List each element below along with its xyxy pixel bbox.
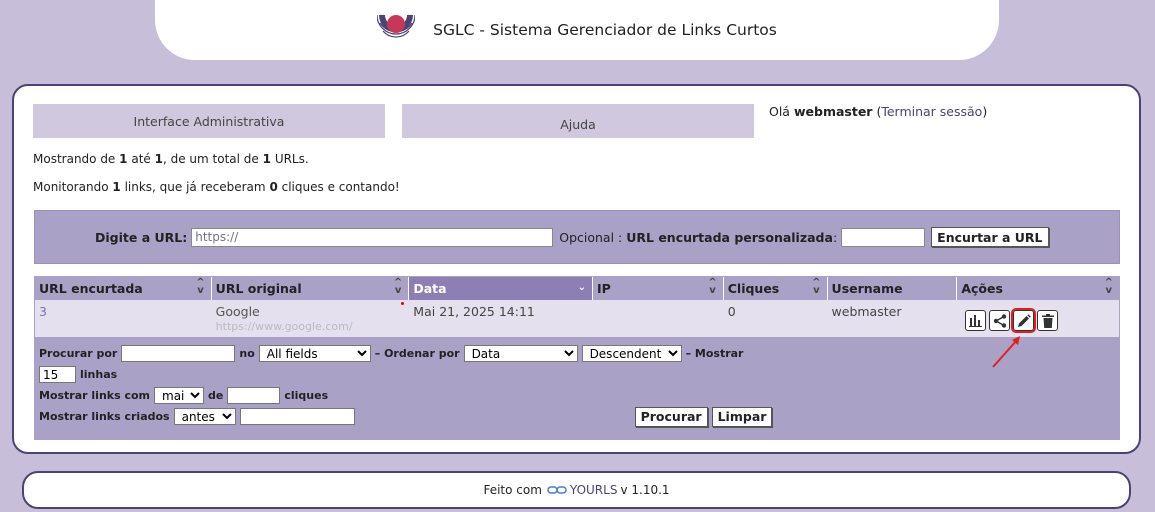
sort-desc-icon: ⌄ — [577, 282, 586, 293]
username-label: webmaster — [793, 104, 873, 119]
order-by-select[interactable]: Data — [463, 345, 578, 362]
clear-button[interactable]: Limpar — [711, 406, 773, 427]
column-date[interactable]: Data ⌄ — [409, 277, 593, 300]
showing-summary: Mostrando de 1 até 1, de um total de 1 U… — [33, 152, 309, 166]
original-title[interactable]: Google — [216, 304, 406, 319]
delete-icon — [1041, 313, 1054, 328]
table-header: URL encurtada ^ v URL original ^ v Data ⌄ IP ^… — [35, 277, 1119, 300]
sort-icon: ^ v — [708, 277, 717, 296]
column-ip[interactable]: IP ^ v — [593, 277, 724, 300]
sort-icon: ^ v — [196, 277, 205, 296]
sort-icon: ^ v — [393, 277, 403, 296]
column-clicks[interactable]: Cliques ^ v — [724, 277, 828, 300]
user-greeting: Olá webmaster (Terminar sessão) — [769, 104, 988, 119]
showing-suffix: URLs. — [274, 152, 309, 166]
custom-keyword-input[interactable] — [841, 227, 926, 247]
showing-mid: até — [131, 152, 151, 166]
showing-to: 1 — [154, 152, 163, 166]
tab-help[interactable]: Ajuda — [402, 104, 754, 138]
tab-admin-interface[interactable]: Interface Administrativa — [33, 104, 385, 138]
clicks-label: cliques — [284, 389, 329, 402]
urls-table: URL encurtada ^ v URL original ^ v Data ⌄ IP ^… — [34, 276, 1120, 440]
shorten-url-button[interactable]: Encurtar a URL — [931, 227, 1049, 247]
of-label: de — [208, 389, 224, 402]
show-label: – Mostrar — [685, 347, 744, 360]
filter-form: Procurar por no All fields – Ordenar por… — [35, 337, 1119, 439]
annotation-arrow — [992, 336, 1020, 368]
sort-icon: ^ v — [812, 277, 821, 296]
table-row: 3 Google https://www.google.com/ Mai 21,… — [35, 300, 1119, 337]
optional-label: Opcional : URL encurtada personalizada: — [559, 229, 838, 245]
cell-clicks: 0 — [727, 304, 736, 319]
showing-total: 1 — [262, 152, 271, 166]
column-username[interactable]: Username — [828, 277, 958, 300]
cell-short-url[interactable]: 3 — [35, 300, 212, 337]
monitor-prefix: Monitorando — [33, 180, 109, 194]
logout-link[interactable]: Terminar sessão — [881, 104, 982, 119]
cell-username: webmaster — [831, 304, 902, 319]
click-count-input[interactable] — [227, 387, 281, 404]
in-label: no — [239, 347, 255, 360]
sort-icon: ^ v — [1104, 277, 1114, 296]
showing-mid2: , de um total de — [162, 152, 259, 166]
greeting-prefix: Olá — [769, 104, 790, 119]
column-original-url[interactable]: URL original ^ v — [212, 277, 410, 300]
search-field-select[interactable]: All fields — [258, 345, 371, 362]
monitor-suffix: cliques e contando! — [281, 180, 400, 194]
per-page-input[interactable] — [39, 366, 76, 383]
original-url[interactable]: https://www.google.com/ — [216, 320, 406, 333]
footer: Feito com YOURLS v 1.10.1 — [22, 471, 1131, 509]
yourls-link-icon — [547, 486, 567, 494]
stats-icon — [969, 315, 983, 327]
order-direction-select[interactable]: Descendente — [581, 345, 682, 362]
show-created-label: Mostrar links criados — [39, 410, 170, 423]
date-compare-select[interactable]: antes — [173, 408, 236, 425]
order-by-label: – Ordenar por — [374, 347, 460, 360]
monitor-clicks-count: 0 — [269, 180, 278, 194]
share-button[interactable] — [989, 310, 1011, 331]
share-icon — [993, 313, 1006, 328]
click-compare-select[interactable]: mais — [154, 387, 205, 404]
cell-actions — [957, 300, 1119, 337]
cell-date: Mai 21, 2025 14:11 — [413, 304, 535, 319]
logo-icon — [377, 14, 416, 38]
cell-ip — [593, 300, 724, 337]
footer-prefix: Feito com — [483, 483, 542, 497]
yourls-link[interactable]: YOURLS — [570, 483, 618, 497]
new-url-form: Digite a URL: Opcional : URL encurtada p… — [34, 210, 1120, 264]
cell-original-url[interactable]: Google https://www.google.com/ — [212, 300, 410, 337]
search-text-input[interactable] — [121, 345, 236, 362]
app-header: SGLC - Sistema Gerenciador de Links Curt… — [155, 0, 999, 60]
date-input[interactable] — [239, 408, 355, 425]
edit-button[interactable] — [1011, 308, 1037, 333]
main-panel: Interface Administrativa Ajuda Olá webma… — [12, 84, 1141, 454]
app-title: SGLC - Sistema Gerenciador de Links Curt… — [433, 21, 777, 39]
edit-icon — [1017, 313, 1031, 327]
footer-version: v 1.10.1 — [620, 483, 670, 497]
column-actions[interactable]: Ações ^ v — [957, 277, 1119, 300]
column-short-url[interactable]: URL encurtada ^ v — [35, 277, 212, 300]
url-label: Digite a URL: — [95, 229, 188, 245]
showing-from: 1 — [119, 152, 128, 166]
monitor-mid: links, que já receberam — [124, 180, 266, 194]
monitor-links-count: 1 — [112, 180, 121, 194]
search-button[interactable]: Procurar — [634, 406, 708, 427]
search-for-label: Procurar por — [39, 347, 118, 360]
url-input[interactable] — [191, 227, 554, 247]
monitoring-summary: Monitorando 1 links, que já receberam 0 … — [33, 180, 400, 194]
delete-button[interactable] — [1037, 310, 1059, 331]
showing-prefix: Mostrando de — [33, 152, 116, 166]
show-links-with-label: Mostrar links com — [39, 389, 151, 402]
lines-label: linhas — [80, 368, 118, 381]
stats-button[interactable] — [965, 310, 987, 331]
